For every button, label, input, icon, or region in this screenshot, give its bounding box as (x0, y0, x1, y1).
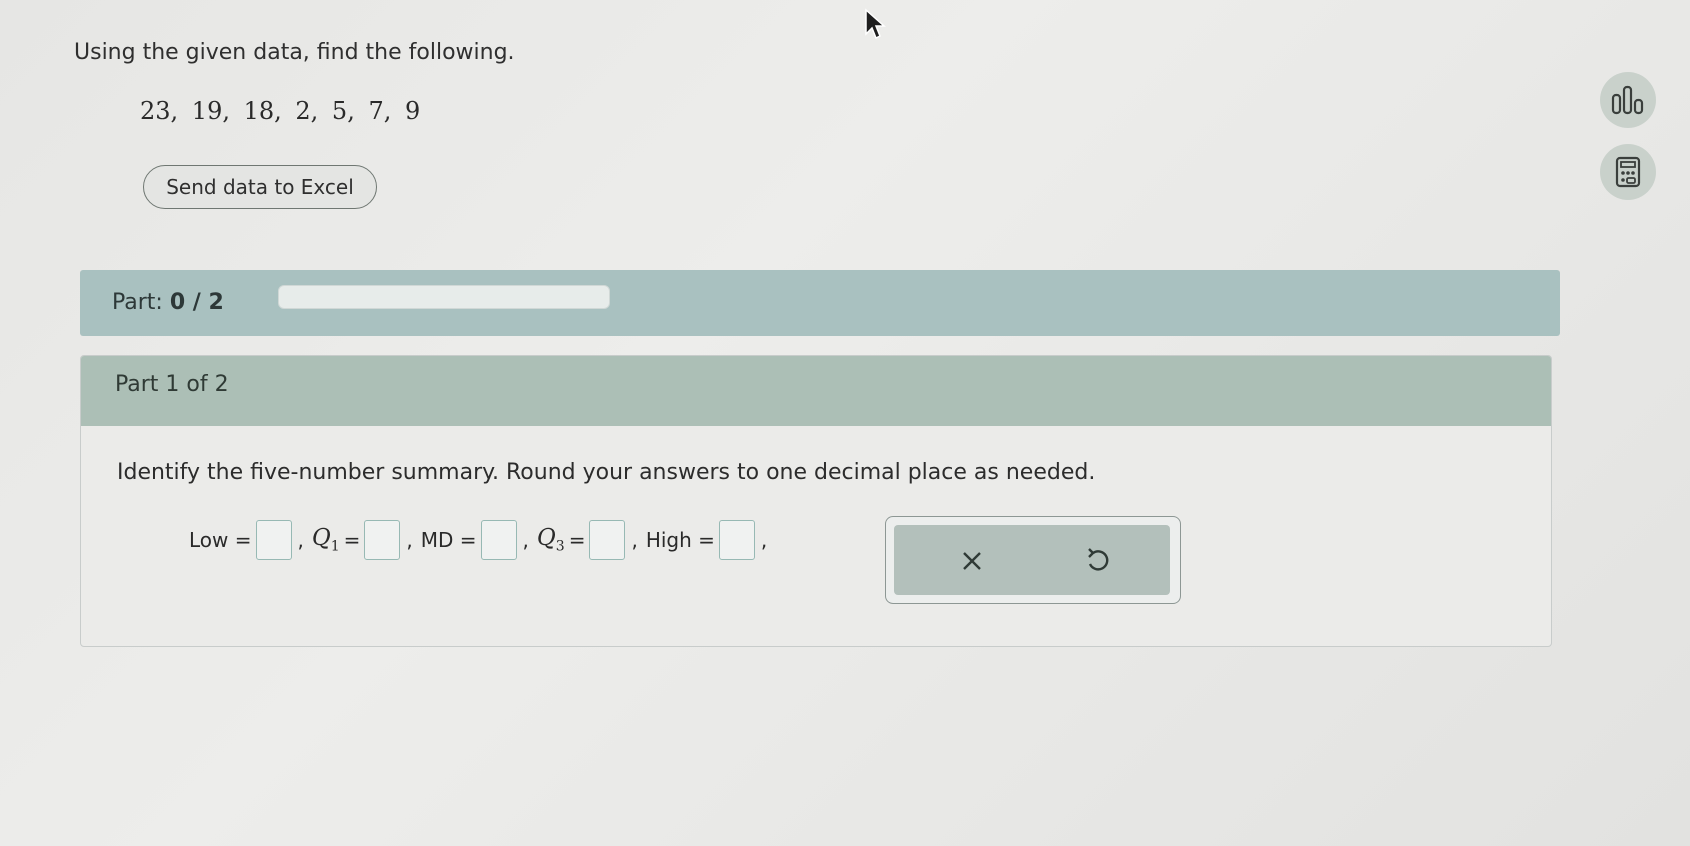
undo-icon (1088, 548, 1109, 571)
bar-chart-icon (1611, 85, 1644, 115)
answer-actions-panel (894, 525, 1170, 595)
dataset-values: 23, 19, 18, 2, 5, 7, 9 (140, 97, 421, 125)
mouse-cursor-icon (865, 8, 886, 40)
low-label: Low = (189, 528, 252, 552)
question-card: Part 1 of 2 Identify the five-number sum… (80, 355, 1552, 647)
q3-label: Q3 (536, 525, 565, 555)
high-input[interactable] (718, 520, 755, 560)
separator: , (297, 528, 304, 552)
part-progress-bar: Part: 0 / 2 (80, 270, 1560, 336)
separator: , (522, 528, 529, 552)
q3-input[interactable] (589, 520, 626, 560)
part-progress-value: 0 / 2 (169, 290, 224, 315)
separator: , (760, 528, 768, 552)
instructions: Identify the five-number summary. Round … (117, 460, 1096, 485)
md-input[interactable] (480, 520, 517, 560)
md-label: MD = (420, 528, 477, 552)
progress-track (278, 285, 610, 309)
separator: , (406, 528, 413, 552)
separator: , (631, 528, 638, 552)
part-progress-label: Part: 0 / 2 (112, 290, 224, 315)
card-header: Part 1 of 2 (81, 356, 1551, 426)
question-prompt: Using the given data, find the following… (74, 40, 515, 65)
q1-label: Q1 (311, 525, 340, 555)
calculator-tool-button[interactable] (1600, 144, 1656, 200)
answer-actions (885, 516, 1181, 604)
undo-button[interactable] (1076, 539, 1120, 583)
equals-sign: = (568, 528, 586, 552)
q1-input[interactable] (364, 520, 401, 560)
bar-chart-tool-button[interactable] (1600, 72, 1656, 128)
equals-sign: = (343, 528, 361, 552)
clear-button[interactable] (950, 539, 994, 583)
send-data-to-excel-button[interactable]: Send data to Excel (143, 165, 377, 209)
close-icon (963, 552, 981, 570)
high-label: High = (645, 528, 715, 552)
calculator-icon (1615, 156, 1641, 188)
part-title: Part 1 of 2 (115, 372, 229, 397)
low-input[interactable] (255, 520, 292, 560)
five-number-summary-row: Low = , Q1 = , MD = , Q3 = , High = , (189, 516, 775, 564)
page: Using the given data, find the following… (0, 0, 1690, 846)
